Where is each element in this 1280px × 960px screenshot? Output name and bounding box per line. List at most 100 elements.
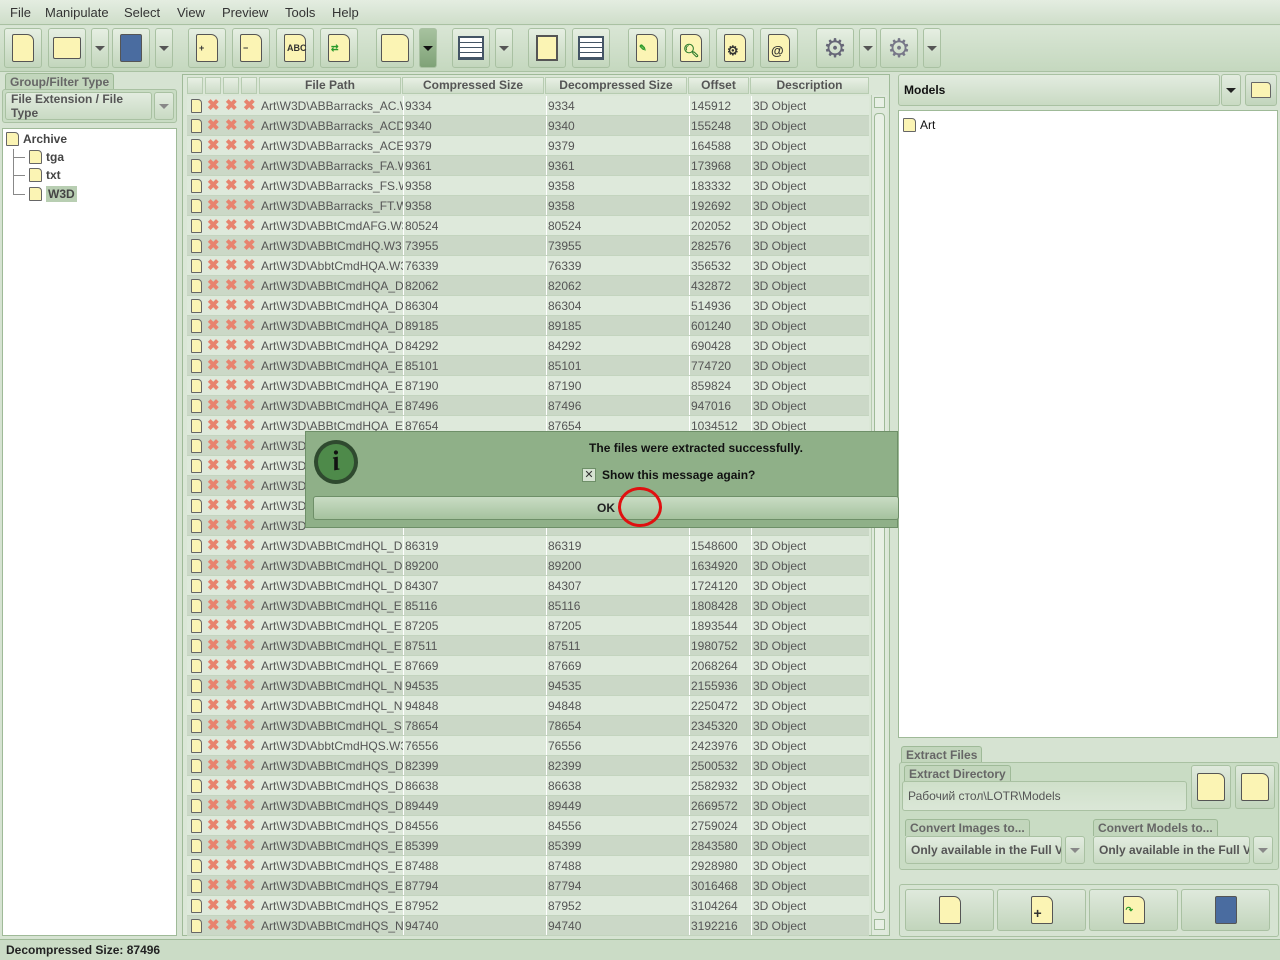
table-row[interactable]: ✖ ✖ ✖ Art\W3D\ABBtCmdHQS_N 94740 94740 3192216… — [187, 916, 869, 936]
table-row[interactable]: ✖ ✖ ✖ Art\W3D\ABBtCmdHQL_D 89200 89200 1634920… — [187, 556, 869, 576]
table-row[interactable]: ✖ ✖ ✖ Art\W3D\ABBtCmdHQL_E 87669 87669 2068264… — [187, 656, 869, 676]
extract-button[interactable] — [376, 28, 414, 68]
table-row[interactable]: ✖ ✖ ✖ Art\W3D\ABBarracks_ACE 9379 9379 164588 3… — [187, 136, 869, 156]
open-dropdown[interactable] — [91, 28, 109, 68]
table-row[interactable]: ✖ ✖ ✖ Art\W3D\ABBtCmdAFG.W3 80524 80524 202052… — [187, 216, 869, 236]
table-row[interactable]: ✖ ✖ ✖ Art\W3D\AbbtCmdHQA.W3 76339 76339 356532… — [187, 256, 869, 276]
add-remove-button[interactable]: + — [997, 889, 1086, 931]
extract-files-tab[interactable]: Extract Files — [901, 746, 983, 763]
replace-button[interactable]: ⇄ — [320, 28, 358, 68]
convert-images-combo[interactable]: Only available in the Full Ve — [905, 836, 1062, 864]
convert-models-combo[interactable]: Only available in the Full Ve — [1093, 836, 1250, 864]
table-row[interactable]: ✖ ✖ ✖ Art\W3D\ABBtCmdHQL_S 78654 78654 2345320… — [187, 716, 869, 736]
table-row[interactable]: ✖ ✖ ✖ Art\W3D\ABBtCmdHQL_D 84307 84307 1724120… — [187, 576, 869, 596]
table-row[interactable]: ✖ ✖ ✖ Art\W3D\ABBtCmdHQS_E 87952 87952 3104264… — [187, 896, 869, 916]
table-row[interactable]: ✖ ✖ ✖ Art\W3D\ABBtCmdHQS_E 87794 87794 3016468… — [187, 876, 869, 896]
view-dropdown[interactable] — [495, 28, 513, 68]
menu-view[interactable]: View — [177, 5, 205, 20]
add-files-button[interactable]: + — [188, 28, 226, 68]
table-row[interactable]: ✖ ✖ ✖ Art\W3D\ABBtCmdHQL_N 94535 94535 2155936… — [187, 676, 869, 696]
thumbnails-button[interactable] — [528, 28, 566, 68]
column-header-description[interactable]: Description — [750, 77, 869, 94]
group-filter-tab[interactable]: Group/Filter Type — [5, 73, 115, 90]
column-header-icon[interactable] — [205, 77, 221, 94]
table-row[interactable]: ✖ ✖ ✖ Art\W3D\ABBtCmdHQL_E 87205 87205 1893544… — [187, 616, 869, 636]
table-row[interactable]: ✖ ✖ ✖ Art\W3D\ABBtCmdHQS_E 85399 85399 2843580… — [187, 836, 869, 856]
browse-directory-button[interactable] — [1191, 765, 1231, 809]
table-row[interactable]: ✖ ✖ ✖ Art\W3D\ABBtCmdHQS_E 87488 87488 2928980… — [187, 856, 869, 876]
table-row[interactable]: ✖ ✖ ✖ Art\W3D\ABBtCmdHQA_E 87496 87496 947016 3… — [187, 396, 869, 416]
table-row[interactable]: ✖ ✖ ✖ Art\W3D\ABBtCmdHQS_D 86638 86638 2582932… — [187, 776, 869, 796]
open-button[interactable] — [905, 889, 994, 931]
convert-images-dropdown[interactable] — [1065, 836, 1085, 864]
table-row[interactable]: ✖ ✖ ✖ Art\W3D\ABBtCmdHQA_D 82062 82062 432872 3… — [187, 276, 869, 296]
open-folder-button[interactable] — [1245, 74, 1277, 106]
convert-models-dropdown[interactable] — [1253, 836, 1273, 864]
plugins-dropdown[interactable] — [859, 28, 877, 68]
show-again-checkbox-row[interactable]: ✕ Show this message again? — [582, 468, 755, 482]
group-type-combo[interactable]: File Extension / File Type — [5, 92, 152, 120]
table-row[interactable]: ✖ ✖ ✖ Art\W3D\ABBtCmdHQA_E 87190 87190 859824 3… — [187, 376, 869, 396]
table-row[interactable]: ✖ ✖ ✖ Art\W3D\AbbtCmdHQS.W3 76556 76556 242397… — [187, 736, 869, 756]
table-row[interactable]: ✖ ✖ ✖ Art\W3D\ABBarracks_FA.W 9361 9361 173968… — [187, 156, 869, 176]
show-again-checkbox[interactable]: ✕ — [582, 468, 596, 482]
table-row[interactable]: ✖ ✖ ✖ Art\W3D\ABBtCmdHQL_E 85116 85116 1808428… — [187, 596, 869, 616]
new-archive-button[interactable] — [4, 28, 42, 68]
table-row[interactable]: ✖ ✖ ✖ Art\W3D\ABBtCmdHQS_D 89449 89449 2669572… — [187, 796, 869, 816]
plugins-button[interactable]: ⚙ — [816, 28, 854, 68]
rename-button[interactable]: ABC — [276, 28, 314, 68]
column-header-icon[interactable] — [187, 77, 203, 94]
column-header-compressed-size[interactable]: Compressed Size — [402, 77, 544, 94]
menu-tools[interactable]: Tools — [285, 5, 315, 20]
open-archive-button[interactable] — [48, 28, 86, 68]
menu-manipulate[interactable]: Manipulate — [45, 5, 109, 20]
remove-files-button[interactable]: − — [232, 28, 270, 68]
table-row[interactable]: ✖ ✖ ✖ Art\W3D\ABBtCmdHQL_N 94848 94848 2250472… — [187, 696, 869, 716]
details-button[interactable] — [572, 28, 610, 68]
column-header-decompressed-size[interactable]: Decompressed Size — [545, 77, 687, 94]
table-row[interactable]: ✖ ✖ ✖ Art\W3D\ABBtCmdHQ.W3 73955 73955 282576 3… — [187, 236, 869, 256]
tree-node-w3d[interactable]: W3D — [13, 186, 77, 202]
extract-dropdown[interactable] — [419, 28, 437, 68]
table-row[interactable]: ✖ ✖ ✖ Art\W3D\ABBtCmdHQS_D 84556 84556 2759024… — [187, 816, 869, 836]
table-row[interactable]: ✖ ✖ ✖ Art\W3D\ABBarracks_FT.W 9358 9358 192692… — [187, 196, 869, 216]
search-button[interactable]: 🔍︎ — [672, 28, 710, 68]
table-row[interactable]: ✖ ✖ ✖ Art\W3D\ABBtCmdHQS_D 82399 82399 2500532… — [187, 756, 869, 776]
table-row[interactable]: ✖ ✖ ✖ Art\W3D\ABBtCmdHQA_D 89185 89185 601240 3… — [187, 316, 869, 336]
extract-directory-field[interactable]: Рабочий стол\LOTR\Models — [902, 781, 1187, 811]
tree-node-archive[interactable]: Archive — [6, 132, 67, 146]
preview-type-combo[interactable]: Models — [898, 74, 1220, 106]
column-header-file-path[interactable]: File Path — [259, 77, 401, 94]
table-row[interactable]: ✖ ✖ ✖ Art\W3D\ABBtCmdHQA_E 85101 85101 774720 3… — [187, 356, 869, 376]
tree-node-tga[interactable]: tga — [13, 150, 64, 164]
table-view-button[interactable] — [452, 28, 490, 68]
tree-node-txt[interactable]: txt — [13, 168, 61, 182]
menu-help[interactable]: Help — [332, 5, 359, 20]
settings-button[interactable]: ⚙ — [716, 28, 754, 68]
group-type-dropdown[interactable] — [154, 92, 174, 120]
save-dropdown[interactable] — [155, 28, 173, 68]
tools-dropdown[interactable] — [923, 28, 941, 68]
table-row[interactable]: ✖ ✖ ✖ Art\W3D\ABBtCmdHQL_E 87511 87511 1980752… — [187, 636, 869, 656]
table-row[interactable]: ✖ ✖ ✖ Art\W3D\ABBarracks_FS.W 9358 9358 183332… — [187, 176, 869, 196]
column-header-icon[interactable] — [241, 77, 257, 94]
table-row[interactable]: ✖ ✖ ✖ Art\W3D\ABBtCmdHQL_D 86319 86319 1548600… — [187, 536, 869, 556]
column-header-icon[interactable] — [223, 77, 239, 94]
about-button[interactable]: @ — [760, 28, 798, 68]
write-button[interactable]: ✎ — [628, 28, 666, 68]
table-row[interactable]: ✖ ✖ ✖ Art\W3D\ABBtCmdHQA_D 84292 84292 690428 3… — [187, 336, 869, 356]
table-row[interactable]: ✖ ✖ ✖ Art\W3D\ABBarracks_AC.W 9334 9334 145912… — [187, 96, 869, 116]
preview-type-dropdown[interactable] — [1221, 74, 1241, 106]
table-row[interactable]: ✖ ✖ ✖ Art\W3D\ABBtCmdHQA_D 86304 86304 514936 3… — [187, 296, 869, 316]
scroll-up-button[interactable] — [874, 97, 885, 108]
extract-all-button[interactable] — [1235, 765, 1275, 809]
replace-file-button[interactable]: ↷ — [1089, 889, 1178, 931]
save-button[interactable] — [112, 28, 150, 68]
tools-button[interactable]: ⚙ — [880, 28, 918, 68]
menu-select[interactable]: Select — [124, 5, 160, 20]
menu-file[interactable]: File — [10, 5, 31, 20]
column-header-offset[interactable]: Offset — [688, 77, 749, 94]
tree-node-art[interactable]: Art — [903, 118, 935, 132]
save-archive-button[interactable] — [1181, 889, 1270, 931]
ok-button[interactable]: OK — [313, 496, 899, 520]
